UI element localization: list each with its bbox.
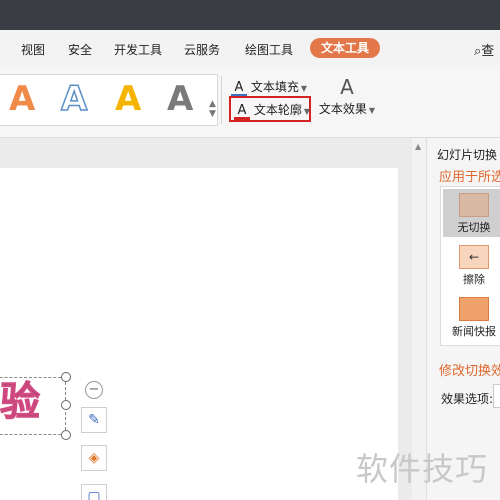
modify-transition-heading: 修改切换效: [439, 364, 500, 379]
text-style-gold[interactable]: A: [115, 77, 141, 121]
transition-wipe[interactable]: ← 擦除: [443, 241, 500, 289]
tab-view[interactable]: 视图: [21, 41, 45, 58]
chevron-down-icon: ▼: [300, 84, 307, 93]
chevron-down-icon: ▼: [368, 106, 376, 115]
resize-handle[interactable]: [61, 430, 71, 440]
resize-handle[interactable]: [61, 372, 71, 382]
text-outline-icon: A: [234, 104, 250, 120]
apply-to-selected-heading: 应用于所选: [439, 170, 500, 185]
text-fill-icon: A: [231, 81, 247, 97]
tab-cloud-services[interactable]: 云服务: [184, 41, 220, 58]
text-fill-label: 文本填充: [250, 80, 299, 94]
text-outline-button[interactable]: A 文本轮廓 ▼: [229, 96, 311, 122]
chevron-down-icon: ▼: [303, 107, 310, 116]
pane-title: 幻灯片切换: [437, 148, 498, 162]
text-outline-label: 文本轮廓: [253, 103, 302, 117]
transition-none[interactable]: 无切换: [443, 189, 500, 237]
transition-thumbnail: [459, 193, 489, 217]
ribbon-divider: [221, 76, 222, 124]
text-fill-button[interactable]: A 文本填充 ▼: [231, 78, 307, 97]
text-selection-frame[interactable]: [0, 377, 66, 435]
slide-editor: 验 − ✎ ◈ ▢: [0, 138, 412, 500]
transition-label: 擦除: [463, 273, 485, 286]
search-label: 查: [481, 44, 495, 59]
scroll-up-icon[interactable]: ▲: [415, 142, 421, 151]
transition-list: 无切换 ← 擦除 新闻快报: [440, 186, 500, 346]
outline-box-icon[interactable]: ▢: [81, 484, 107, 500]
text-style-gallery: A A A A ▲ ▼: [0, 74, 218, 126]
text-effect-button[interactable]: A 文本效果 ▼: [316, 74, 378, 126]
tab-security[interactable]: 安全: [68, 41, 92, 58]
fill-bucket-icon[interactable]: ◈: [81, 445, 107, 471]
collapse-icon[interactable]: −: [85, 381, 103, 399]
style-brush-icon[interactable]: ✎: [81, 407, 107, 433]
text-style-outline-blue[interactable]: A: [60, 77, 88, 121]
resize-handle[interactable]: [61, 400, 71, 410]
watermark: 软件技巧: [356, 450, 489, 488]
transition-label: 新闻快报: [452, 325, 496, 338]
transition-thumbnail: [459, 297, 489, 321]
text-style-gray[interactable]: A: [167, 77, 193, 121]
tab-text-tools[interactable]: 文本工具: [310, 38, 381, 58]
text-style-orange[interactable]: A: [9, 77, 35, 121]
wipe-arrow-icon: ←: [459, 245, 489, 269]
transition-label: 无切换: [457, 221, 491, 234]
window-titlebar: [0, 0, 500, 30]
text-effect-label: 文本效果: [318, 102, 367, 116]
gallery-more-icon[interactable]: ▲ ▼: [209, 99, 216, 119]
tab-drawing-tools[interactable]: 绘图工具: [245, 41, 293, 58]
effect-options-label: 效果选项:: [441, 392, 494, 406]
text-effect-icon: A: [340, 75, 354, 99]
tab-developer-tools[interactable]: 开发工具: [114, 41, 162, 58]
transition-news-flash[interactable]: 新闻快报: [443, 293, 500, 341]
slide-canvas[interactable]: 验 − ✎ ◈ ▢: [0, 168, 398, 500]
text-tools-ribbon: A A A A ▲ ▼ A 文本填充 ▼ A 文本轮廓 ▼ A 文本效果 ▼: [0, 66, 500, 138]
effect-options-select[interactable]: [493, 384, 500, 408]
menu-bar: 视图 安全 开发工具 云服务 绘图工具 文本工具 ⌕查: [0, 30, 500, 66]
search-button[interactable]: ⌕查: [474, 40, 494, 59]
